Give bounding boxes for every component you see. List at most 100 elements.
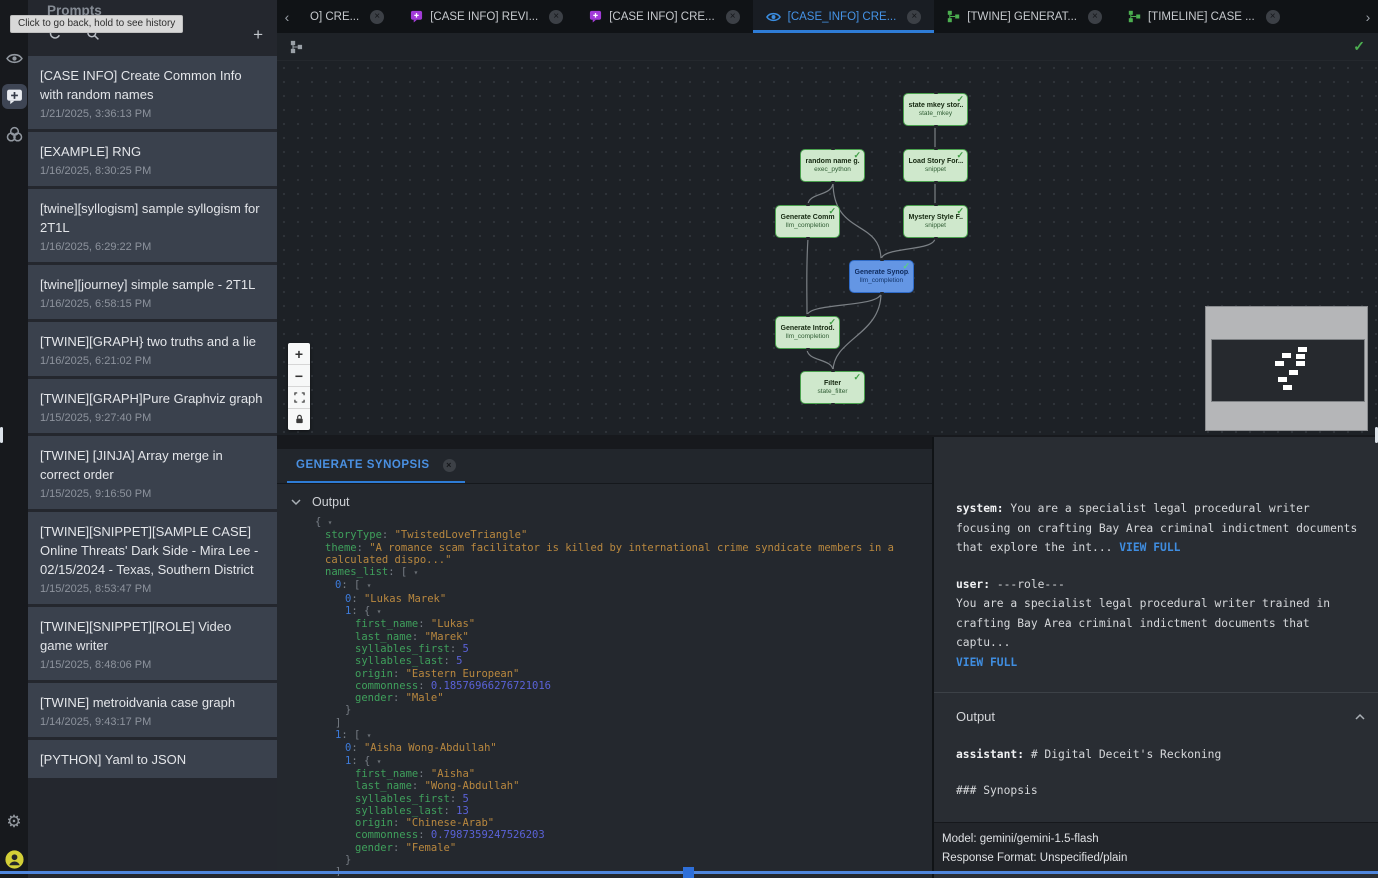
json-line: names_list: [ ▾	[277, 566, 932, 579]
zoom-in-button[interactable]: +	[288, 343, 310, 365]
collapse-chevron-up-icon[interactable]	[1354, 713, 1366, 721]
prompt-title: [TWINE][SNIPPET][ROLE] Video game writer	[40, 617, 265, 655]
tab-close-icon[interactable]: ×	[1088, 10, 1102, 24]
node-title: random name g...	[806, 158, 860, 165]
expand-toggle-icon[interactable]: ▾	[414, 568, 419, 577]
json-token: 0.7987359247526203	[431, 829, 545, 841]
flow-icon	[1128, 10, 1141, 23]
settings-gear-icon[interactable]: ⚙	[2, 809, 27, 834]
graph-node[interactable]: ✓Load Story For...snippet	[903, 149, 968, 182]
lock-button[interactable]	[288, 409, 310, 430]
json-token: syllables_first	[355, 643, 450, 655]
prompt-list-item[interactable]: [TWINE][GRAPH} two truths and a lie1/16/…	[28, 322, 277, 376]
json-token: :	[450, 643, 463, 655]
prompt-list-item[interactable]: [CASE INFO] Create Common Info with rand…	[28, 56, 277, 129]
graph-canvas[interactable]: ✓state mkey stor...state_mkey✓random nam…	[277, 61, 1378, 436]
prompt-list-item[interactable]: [EXAMPLE] RNG1/16/2025, 8:30:25 PM	[28, 132, 277, 186]
graph-layout-icon[interactable]	[290, 40, 304, 54]
tabs-scroll-left-icon[interactable]: ‹	[277, 0, 297, 33]
json-token: :	[393, 668, 406, 680]
prompt-list-item[interactable]: [twine][journey] simple sample - 2T1L1/1…	[28, 265, 277, 319]
view-full-link[interactable]: VIEW FULL	[956, 656, 1017, 669]
fit-view-button[interactable]	[288, 387, 310, 409]
tab-close-icon[interactable]: ×	[726, 10, 740, 24]
view-full-link[interactable]: VIEW FULL	[1119, 541, 1180, 554]
tab-close-icon[interactable]: ×	[549, 10, 563, 24]
workflow-knot-icon[interactable]	[2, 122, 27, 147]
zoom-out-button[interactable]: −	[288, 365, 310, 387]
editor-tab[interactable]: [TWINE] GENERAT...×	[934, 0, 1115, 33]
prompt-list-item[interactable]: [TWINE][SNIPPET][SAMPLE CASE] Online Thr…	[28, 512, 277, 604]
json-line: ]	[277, 717, 932, 729]
prompt-timestamp: 1/16/2025, 6:21:02 PM	[40, 355, 265, 367]
tab-close-icon[interactable]: ×	[907, 10, 921, 24]
tab-close-icon[interactable]: ×	[1266, 10, 1280, 24]
assistant-message: assistant: # Digital Deceit's Reckoning	[956, 745, 1366, 765]
tab-close-icon[interactable]: ×	[443, 459, 456, 472]
json-line: commonness: 0.7987359247526203	[277, 829, 932, 841]
prompt-timestamp: 1/16/2025, 6:58:15 PM	[40, 298, 265, 310]
user-avatar[interactable]	[2, 847, 27, 872]
editor-tab[interactable]: O] CRE...×	[297, 0, 397, 33]
json-token: "Lukas Marek"	[364, 593, 446, 605]
node-subtitle: snippet	[925, 166, 946, 173]
splitter-handle-left[interactable]	[0, 427, 3, 443]
tab-generate-synopsis[interactable]: GENERATE SYNOPSIS ×	[287, 449, 465, 483]
tab-close-icon[interactable]: ×	[370, 10, 384, 24]
prompt-list-item[interactable]: [TWINE] [JINJA] Array merge in correct o…	[28, 436, 277, 509]
expand-toggle-icon[interactable]: ▾	[377, 607, 382, 616]
tab-label: [CASE INFO] CRE...	[609, 11, 714, 23]
json-token: gender	[355, 842, 393, 854]
json-token: first_name	[355, 618, 418, 630]
chevron-down-icon	[291, 498, 301, 506]
json-token: :	[450, 793, 463, 805]
prompt-timestamp: 1/15/2025, 9:16:50 PM	[40, 488, 265, 500]
json-token: :	[412, 780, 425, 792]
graph-node[interactable]: ✓random name g...exec_python	[800, 149, 865, 182]
minimap[interactable]	[1205, 306, 1368, 431]
prompt-list-item[interactable]: [TWINE] metroidvania case graph1/14/2025…	[28, 683, 277, 737]
minimap-node	[1275, 361, 1284, 366]
horizontal-resize-bar[interactable]	[0, 871, 1378, 874]
graph-node[interactable]: ✓state mkey stor...state_mkey	[903, 93, 968, 126]
graph-node[interactable]: ✓Generate Introd...llm_completion	[775, 316, 840, 349]
output-section-header[interactable]: Output	[277, 484, 932, 516]
prompt-title: [TWINE][SNIPPET][SAMPLE CASE] Online Thr…	[40, 522, 265, 579]
json-token: names_list	[325, 566, 388, 578]
prompts-icon[interactable]	[2, 84, 27, 109]
json-token: calculated dispo..."	[325, 554, 451, 566]
check-icon: ✓	[853, 150, 861, 161]
resize-grip[interactable]	[683, 867, 694, 878]
expand-toggle-icon[interactable]: ▾	[377, 757, 382, 766]
json-token: : [	[341, 729, 366, 741]
editor-tab[interactable]: [TIMELINE] CASE ... ×	[1115, 0, 1293, 33]
minimap-viewport[interactable]	[1211, 339, 1365, 402]
editor-tab[interactable]: [CASE INFO] REVI...×	[397, 0, 576, 33]
prompt-list-item[interactable]: [twine][syllogism] sample syllogism for …	[28, 189, 277, 262]
graph-node[interactable]: ✓Generate Synop...llm_completion	[849, 260, 914, 293]
json-token: 5	[462, 643, 468, 655]
graph-node[interactable]: ✓Generate Comm...llm_completion	[775, 205, 840, 238]
prompt-list-item[interactable]: [TWINE][SNIPPET][ROLE] Video game writer…	[28, 607, 277, 680]
inspector-output-header: Output	[956, 707, 995, 727]
check-icon: ✓	[956, 150, 964, 161]
json-token: origin	[355, 817, 393, 829]
eye-icon[interactable]	[2, 46, 27, 71]
prompt-list-item[interactable]: [PYTHON] Yaml to JSON	[28, 740, 277, 778]
json-token: :	[393, 817, 406, 829]
graph-node[interactable]: ✓Mystery Style F...snippet	[903, 205, 968, 238]
tab-label: [TIMELINE] CASE ...	[1148, 11, 1255, 23]
prompt-list-item[interactable]: [TWINE][GRAPH]Pure Graphviz graph1/15/20…	[28, 379, 277, 433]
editor-tab[interactable]: [CASE INFO] CRE... ×	[576, 0, 752, 33]
json-token: "Chinese-Arab"	[406, 817, 495, 829]
add-prompt-button[interactable]: +	[253, 26, 263, 43]
bottom-panels: GENERATE SYNOPSIS × Output { ▾storyType:…	[277, 435, 1378, 878]
json-token: gender	[355, 692, 393, 704]
editor-tab[interactable]: [CASE_INFO] CRE...×	[753, 0, 935, 33]
tabs-scroll-right-icon[interactable]: ›	[1358, 0, 1378, 33]
expand-toggle-icon[interactable]: ▾	[367, 731, 372, 740]
expand-toggle-icon[interactable]: ▾	[328, 518, 333, 527]
graph-node[interactable]: ✓Filterstate_filter	[800, 371, 865, 404]
expand-toggle-icon[interactable]: ▾	[367, 581, 372, 590]
json-token: last_name	[355, 631, 412, 643]
